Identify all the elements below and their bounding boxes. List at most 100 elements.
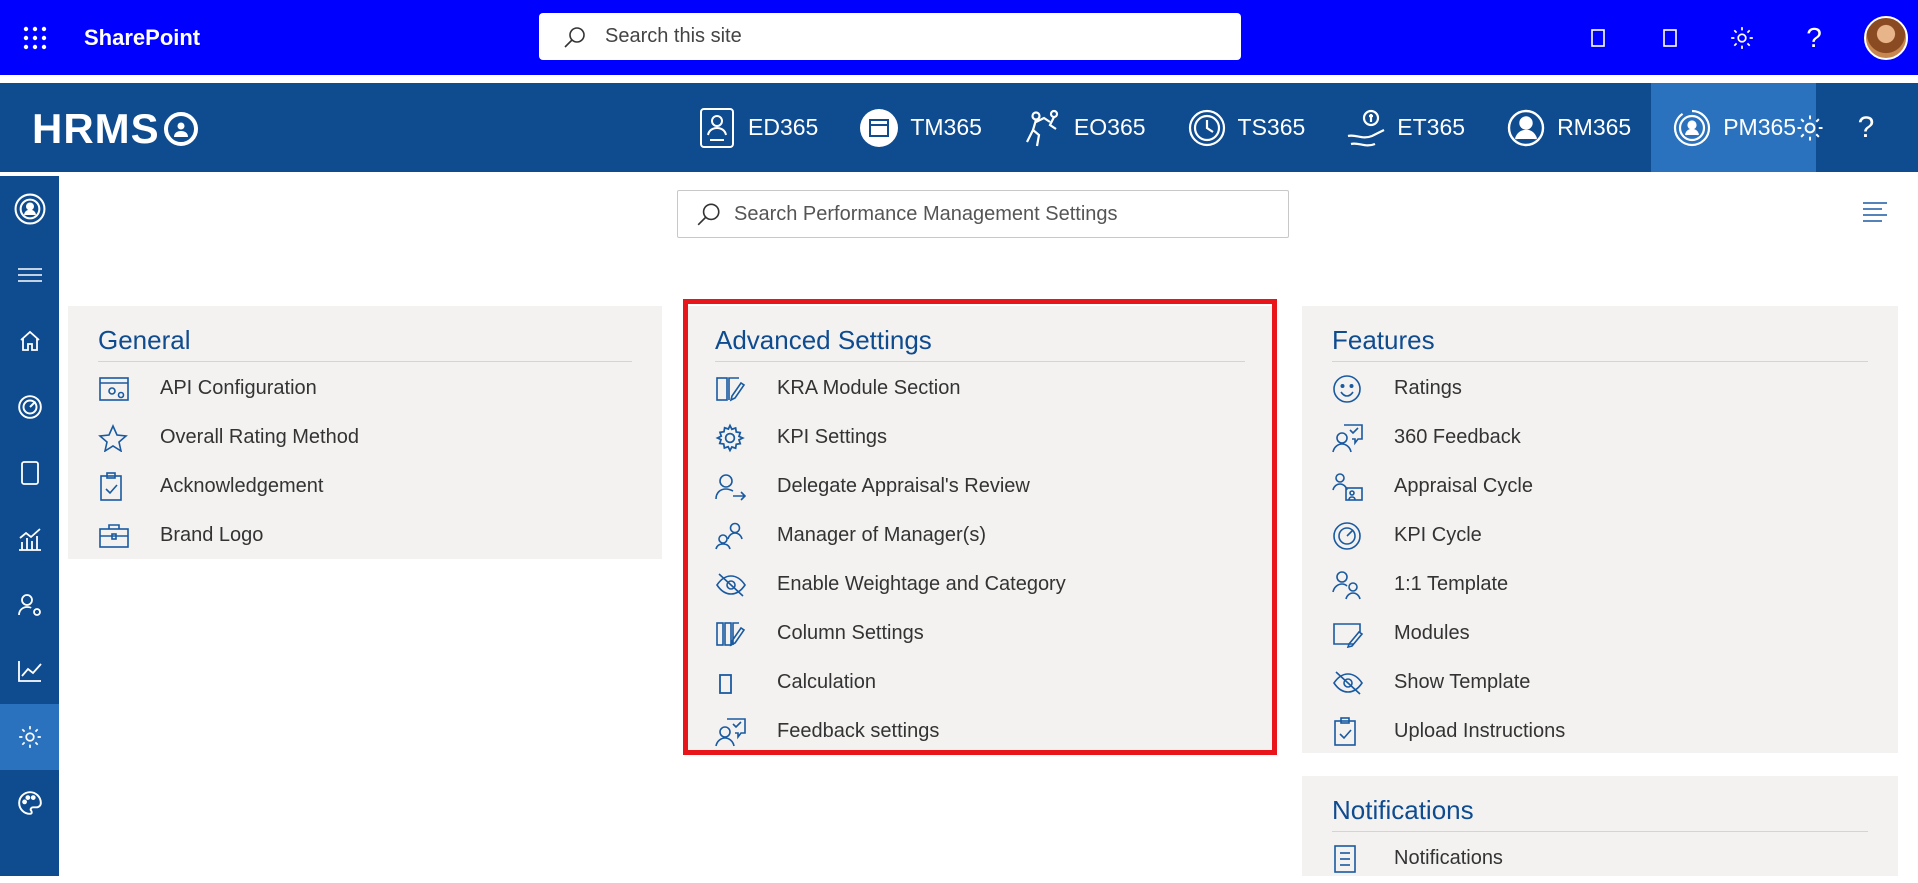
hrms-settings-gear-icon[interactable]	[1782, 83, 1838, 172]
help-icon[interactable]: ?	[1778, 0, 1850, 75]
list-item-kra-module-section[interactable]: KRA Module Section	[715, 364, 1245, 413]
rm365-icon	[1505, 107, 1547, 149]
list-item-brand-logo[interactable]: Brand Logo	[98, 511, 632, 560]
advanced-settings-card: Advanced Settings KRA Module Section KPI…	[685, 306, 1275, 753]
chat-icon[interactable]	[1634, 0, 1706, 75]
analytics-trend-icon[interactable]	[0, 638, 59, 704]
tab-rm365-label: RM365	[1557, 114, 1632, 140]
item-label: Manager of Manager(s)	[777, 524, 986, 546]
dashboard-gauge-icon[interactable]	[0, 374, 59, 440]
notification-list-icon	[1332, 844, 1394, 874]
item-label: Calculation	[777, 671, 876, 693]
user-settings-icon[interactable]	[0, 572, 59, 638]
item-label: API Configuration	[160, 377, 317, 399]
eo365-icon	[1022, 107, 1064, 149]
hrms-logo-mark-icon	[163, 112, 198, 146]
tab-eo365-label: EO365	[1073, 114, 1146, 140]
pm-search-placeholder: Search Performance Management Settings	[734, 202, 1118, 225]
item-label: Upload Instructions	[1394, 720, 1566, 742]
general-title: General	[98, 306, 632, 362]
person-arrow-icon	[715, 473, 777, 501]
smiley-icon	[1332, 374, 1394, 404]
list-item-manager-of-managers[interactable]: Manager of Manager(s)	[715, 511, 1245, 560]
tab-ed365[interactable]: ED365	[676, 83, 838, 172]
clipboard-check-icon	[1332, 716, 1394, 747]
reports-bar-chart-icon[interactable]	[0, 506, 59, 572]
document-icon[interactable]	[0, 440, 59, 506]
tab-eo365[interactable]: EO365	[1002, 83, 1166, 172]
list-item-calculation[interactable]: Calculation	[715, 658, 1245, 707]
general-card: General API Configuration Overall Rating…	[68, 306, 662, 559]
home-icon[interactable]	[0, 308, 59, 374]
briefcase-icon	[98, 523, 160, 549]
list-item-upload-instructions[interactable]: Upload Instructions	[1332, 707, 1868, 756]
app-launcher-icon[interactable]	[0, 0, 70, 75]
item-label: Acknowledgement	[160, 475, 324, 497]
two-people-icon	[1332, 570, 1394, 600]
item-label: KPI Cycle	[1394, 524, 1482, 546]
list-item-kpi-settings[interactable]: KPI Settings	[715, 413, 1245, 462]
clipboard-check-icon	[98, 471, 160, 502]
hamburger-menu-icon[interactable]	[0, 242, 59, 308]
item-label: Column Settings	[777, 622, 924, 644]
ts365-icon	[1186, 107, 1228, 149]
tab-rm365[interactable]: RM365	[1485, 83, 1651, 172]
edit-columns-icon	[715, 376, 777, 402]
hrms-logo[interactable]: HRMS	[32, 105, 198, 153]
sharepoint-title[interactable]: SharePoint	[84, 25, 200, 51]
settings-gear-icon[interactable]	[1706, 0, 1778, 75]
item-label: Brand Logo	[160, 524, 264, 546]
list-view-icon[interactable]	[1862, 200, 1888, 222]
ed365-icon	[696, 107, 738, 149]
item-label: Feedback settings	[777, 720, 940, 742]
site-search-box[interactable]: Search this site	[539, 13, 1241, 60]
user-avatar[interactable]	[1864, 15, 1908, 60]
hrms-nav-bar: HRMS ED365 TM365 EO365 TS365 ET365 RM365…	[0, 83, 1918, 172]
settings-gear-rail-icon[interactable]	[0, 704, 59, 770]
item-label: Enable Weightage and Category	[777, 573, 1066, 595]
list-item-overall-rating-method[interactable]: Overall Rating Method	[98, 413, 632, 462]
list-item-acknowledgement[interactable]: Acknowledgement	[98, 462, 632, 511]
list-item-360-feedback[interactable]: 360 Feedback	[1332, 413, 1868, 462]
item-label: KPI Settings	[777, 426, 888, 448]
suite-bar: SharePoint Search this site ?	[0, 0, 1918, 75]
list-item-enable-weightage-and-category[interactable]: Enable Weightage and Category	[715, 560, 1245, 609]
notifications-title: Notifications	[1332, 776, 1868, 832]
gauge-icon	[1332, 521, 1394, 551]
item-label: Ratings	[1394, 377, 1462, 399]
tab-et365[interactable]: ET365	[1325, 83, 1485, 172]
list-item-modules[interactable]: Modules	[1332, 609, 1868, 658]
list-item-feedback-settings[interactable]: Feedback settings	[715, 707, 1245, 756]
tab-ed365-label: ED365	[748, 114, 819, 140]
list-item-appraisal-cycle[interactable]: Appraisal Cycle	[1332, 462, 1868, 511]
theme-palette-icon[interactable]	[0, 770, 59, 836]
features-title: Features	[1332, 306, 1868, 362]
list-item-ratings[interactable]: Ratings	[1332, 364, 1868, 413]
list-item-kpi-cycle[interactable]: KPI Cycle	[1332, 511, 1868, 560]
separator	[0, 75, 1918, 83]
list-item-1-1-template[interactable]: 1:1 Template	[1332, 560, 1868, 609]
pm-settings-search-input[interactable]: Search Performance Management Settings	[677, 190, 1289, 238]
list-item-delegate-appraisals-review[interactable]: Delegate Appraisal's Review	[715, 462, 1245, 511]
list-item-api-configuration[interactable]: API Configuration	[98, 364, 632, 413]
tm365-icon	[858, 107, 900, 149]
rail-pm-logo-icon[interactable]	[0, 176, 59, 242]
notification-icon[interactable]	[1562, 0, 1634, 75]
api-config-icon	[98, 375, 160, 403]
tab-tm365[interactable]: TM365	[838, 83, 1002, 172]
calculator-icon	[715, 670, 777, 696]
tab-ts365[interactable]: TS365	[1166, 83, 1326, 172]
item-label: Modules	[1394, 622, 1470, 644]
hrms-help-icon[interactable]: ?	[1838, 83, 1894, 172]
list-item-column-settings[interactable]: Column Settings	[715, 609, 1245, 658]
advanced-settings-title: Advanced Settings	[715, 306, 1245, 362]
eye-hide-icon	[1332, 670, 1394, 696]
item-label: Notifications	[1394, 847, 1503, 869]
tab-tm365-label: TM365	[910, 114, 982, 140]
item-label: 360 Feedback	[1394, 426, 1521, 448]
pm365-icon	[1671, 107, 1713, 149]
list-item-show-template[interactable]: Show Template	[1332, 658, 1868, 707]
item-label: 1:1 Template	[1394, 573, 1509, 595]
app-tabs: ED365 TM365 EO365 TS365 ET365 RM365 PM36…	[676, 83, 1817, 172]
people-cycle-icon	[1332, 472, 1394, 502]
